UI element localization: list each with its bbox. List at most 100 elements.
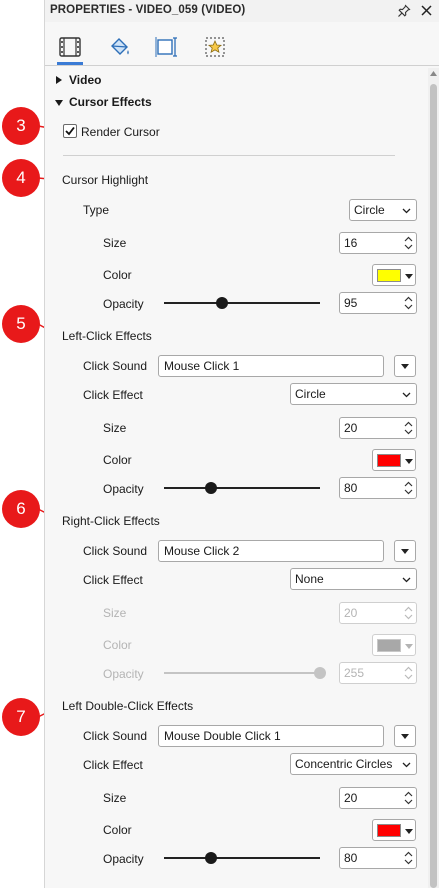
double-click-sound-dropdown-button[interactable] xyxy=(394,725,416,747)
spinner-arrows-icon[interactable] xyxy=(404,480,413,496)
cursor-highlight-type-value: Circle xyxy=(354,203,385,217)
cursor-highlight-size-spinner[interactable]: 16 xyxy=(339,232,417,254)
caret-down-icon xyxy=(405,644,413,649)
chevron-down-icon xyxy=(402,577,411,583)
left-click-sound-label: Click Sound xyxy=(83,359,148,373)
double-click-sound-field[interactable]: Mouse Double Click 1 xyxy=(158,725,384,747)
spinner-arrows-icon[interactable] xyxy=(404,235,413,251)
double-click-opacity-value: 80 xyxy=(344,851,358,865)
right-click-color-label: Color xyxy=(103,638,132,652)
spinner-arrows-icon[interactable] xyxy=(404,790,413,806)
double-click-header: Left Double-Click Effects xyxy=(62,699,194,713)
caret-down-icon xyxy=(405,459,413,464)
crop-frame-icon xyxy=(155,37,177,57)
color-swatch xyxy=(377,454,401,467)
double-click-size-spinner[interactable]: 20 xyxy=(339,787,417,809)
double-click-effect-label: Click Effect xyxy=(83,758,143,772)
right-click-effect-value: None xyxy=(295,572,324,586)
right-click-header: Right-Click Effects xyxy=(62,514,160,528)
right-click-color-picker xyxy=(372,634,416,656)
color-swatch xyxy=(377,269,401,282)
double-click-opacity-label: Opacity xyxy=(103,852,144,866)
right-click-sound-dropdown-button[interactable] xyxy=(394,540,416,562)
paint-bucket-icon xyxy=(111,38,129,55)
right-click-size-spinner: 20 xyxy=(339,602,417,624)
slider-track xyxy=(164,672,320,674)
double-click-color-label: Color xyxy=(103,823,132,837)
callout-6: 6 xyxy=(2,490,40,528)
tab-annotation[interactable] xyxy=(153,34,179,60)
slider-thumb[interactable] xyxy=(205,852,217,864)
right-click-opacity-label: Opacity xyxy=(103,667,144,681)
left-click-effect-label: Click Effect xyxy=(83,388,143,402)
spinner-arrows-icon[interactable] xyxy=(404,295,413,311)
expand-arrow-icon[interactable] xyxy=(56,76,62,84)
right-click-effect-select[interactable]: None xyxy=(290,568,417,590)
slider-track xyxy=(164,487,320,489)
double-click-size-value: 20 xyxy=(344,791,358,805)
properties-panel: PROPERTIES - VIDEO_059 (VIDEO) Video Cur… xyxy=(44,0,439,888)
cursor-highlight-size-value: 16 xyxy=(344,236,358,250)
cursor-highlight-type-select[interactable]: Circle xyxy=(349,199,417,221)
color-swatch xyxy=(377,639,401,652)
pin-icon[interactable] xyxy=(397,4,411,18)
left-click-color-label: Color xyxy=(103,453,132,467)
right-click-size-value: 20 xyxy=(344,606,358,620)
panel-scrollbar[interactable] xyxy=(428,68,439,888)
slider-track xyxy=(164,302,320,304)
spinner-arrows-icon xyxy=(404,666,413,680)
left-click-size-spinner[interactable]: 20 xyxy=(339,417,417,439)
tab-effects[interactable] xyxy=(202,34,228,60)
callout-7: 7 xyxy=(2,698,40,736)
double-click-color-picker[interactable] xyxy=(372,819,416,841)
left-click-sound-dropdown-button[interactable] xyxy=(394,355,416,377)
scroll-thumb[interactable] xyxy=(430,84,437,888)
left-click-opacity-spinner[interactable]: 80 xyxy=(339,477,417,499)
checkmark-icon xyxy=(65,126,75,136)
tab-visual-properties[interactable] xyxy=(57,34,83,65)
right-click-sound-field[interactable]: Mouse Click 2 xyxy=(158,540,384,562)
tab-fill[interactable] xyxy=(107,34,133,60)
color-swatch xyxy=(377,824,401,837)
render-cursor-checkbox[interactable] xyxy=(63,124,77,138)
left-click-sound-field[interactable]: Mouse Click 1 xyxy=(158,355,384,377)
spinner-arrows-icon xyxy=(404,606,413,620)
double-click-effect-select[interactable]: Concentric Circles xyxy=(290,753,417,775)
cursor-highlight-opacity-spinner[interactable]: 95 xyxy=(339,292,417,314)
close-icon[interactable] xyxy=(420,4,433,17)
slider-thumb[interactable] xyxy=(205,482,217,494)
slider-thumb[interactable] xyxy=(216,297,228,309)
left-click-size-label: Size xyxy=(103,421,127,435)
section-cursor-effects[interactable]: Cursor Effects xyxy=(69,95,152,109)
double-click-opacity-spinner[interactable]: 80 xyxy=(339,847,417,869)
cursor-highlight-size-label: Size xyxy=(103,236,127,250)
left-click-opacity-slider[interactable] xyxy=(164,481,320,495)
cursor-highlight-opacity-value: 95 xyxy=(344,296,358,310)
divider xyxy=(63,155,395,156)
left-click-effect-value: Circle xyxy=(295,387,326,401)
caret-down-icon xyxy=(405,829,413,834)
slider-thumb xyxy=(314,667,326,679)
cursor-highlight-opacity-slider[interactable] xyxy=(164,296,320,310)
panel-title: PROPERTIES - VIDEO_059 (VIDEO) xyxy=(50,4,246,16)
left-click-opacity-label: Opacity xyxy=(103,482,144,496)
double-click-size-label: Size xyxy=(103,791,127,805)
section-video[interactable]: Video xyxy=(69,73,101,87)
filmstrip-icon xyxy=(59,37,81,57)
left-click-size-value: 20 xyxy=(344,421,358,435)
scroll-up-arrow-icon[interactable] xyxy=(430,70,437,77)
spinner-arrows-icon[interactable] xyxy=(404,420,413,436)
right-click-size-label: Size xyxy=(103,606,127,620)
chevron-down-icon xyxy=(402,392,411,398)
cursor-highlight-header: Cursor Highlight xyxy=(62,173,149,187)
left-click-effect-select[interactable]: Circle xyxy=(290,383,417,405)
collapse-arrow-icon[interactable] xyxy=(55,100,63,106)
properties-tabbar xyxy=(45,22,439,66)
chevron-down-icon xyxy=(402,762,411,768)
double-click-effect-value: Concentric Circles xyxy=(295,757,393,771)
cursor-highlight-color-picker[interactable] xyxy=(372,264,416,286)
left-click-color-picker[interactable] xyxy=(372,449,416,471)
double-click-opacity-slider[interactable] xyxy=(164,851,320,865)
cursor-highlight-color-label: Color xyxy=(103,268,132,282)
spinner-arrows-icon[interactable] xyxy=(404,850,413,866)
